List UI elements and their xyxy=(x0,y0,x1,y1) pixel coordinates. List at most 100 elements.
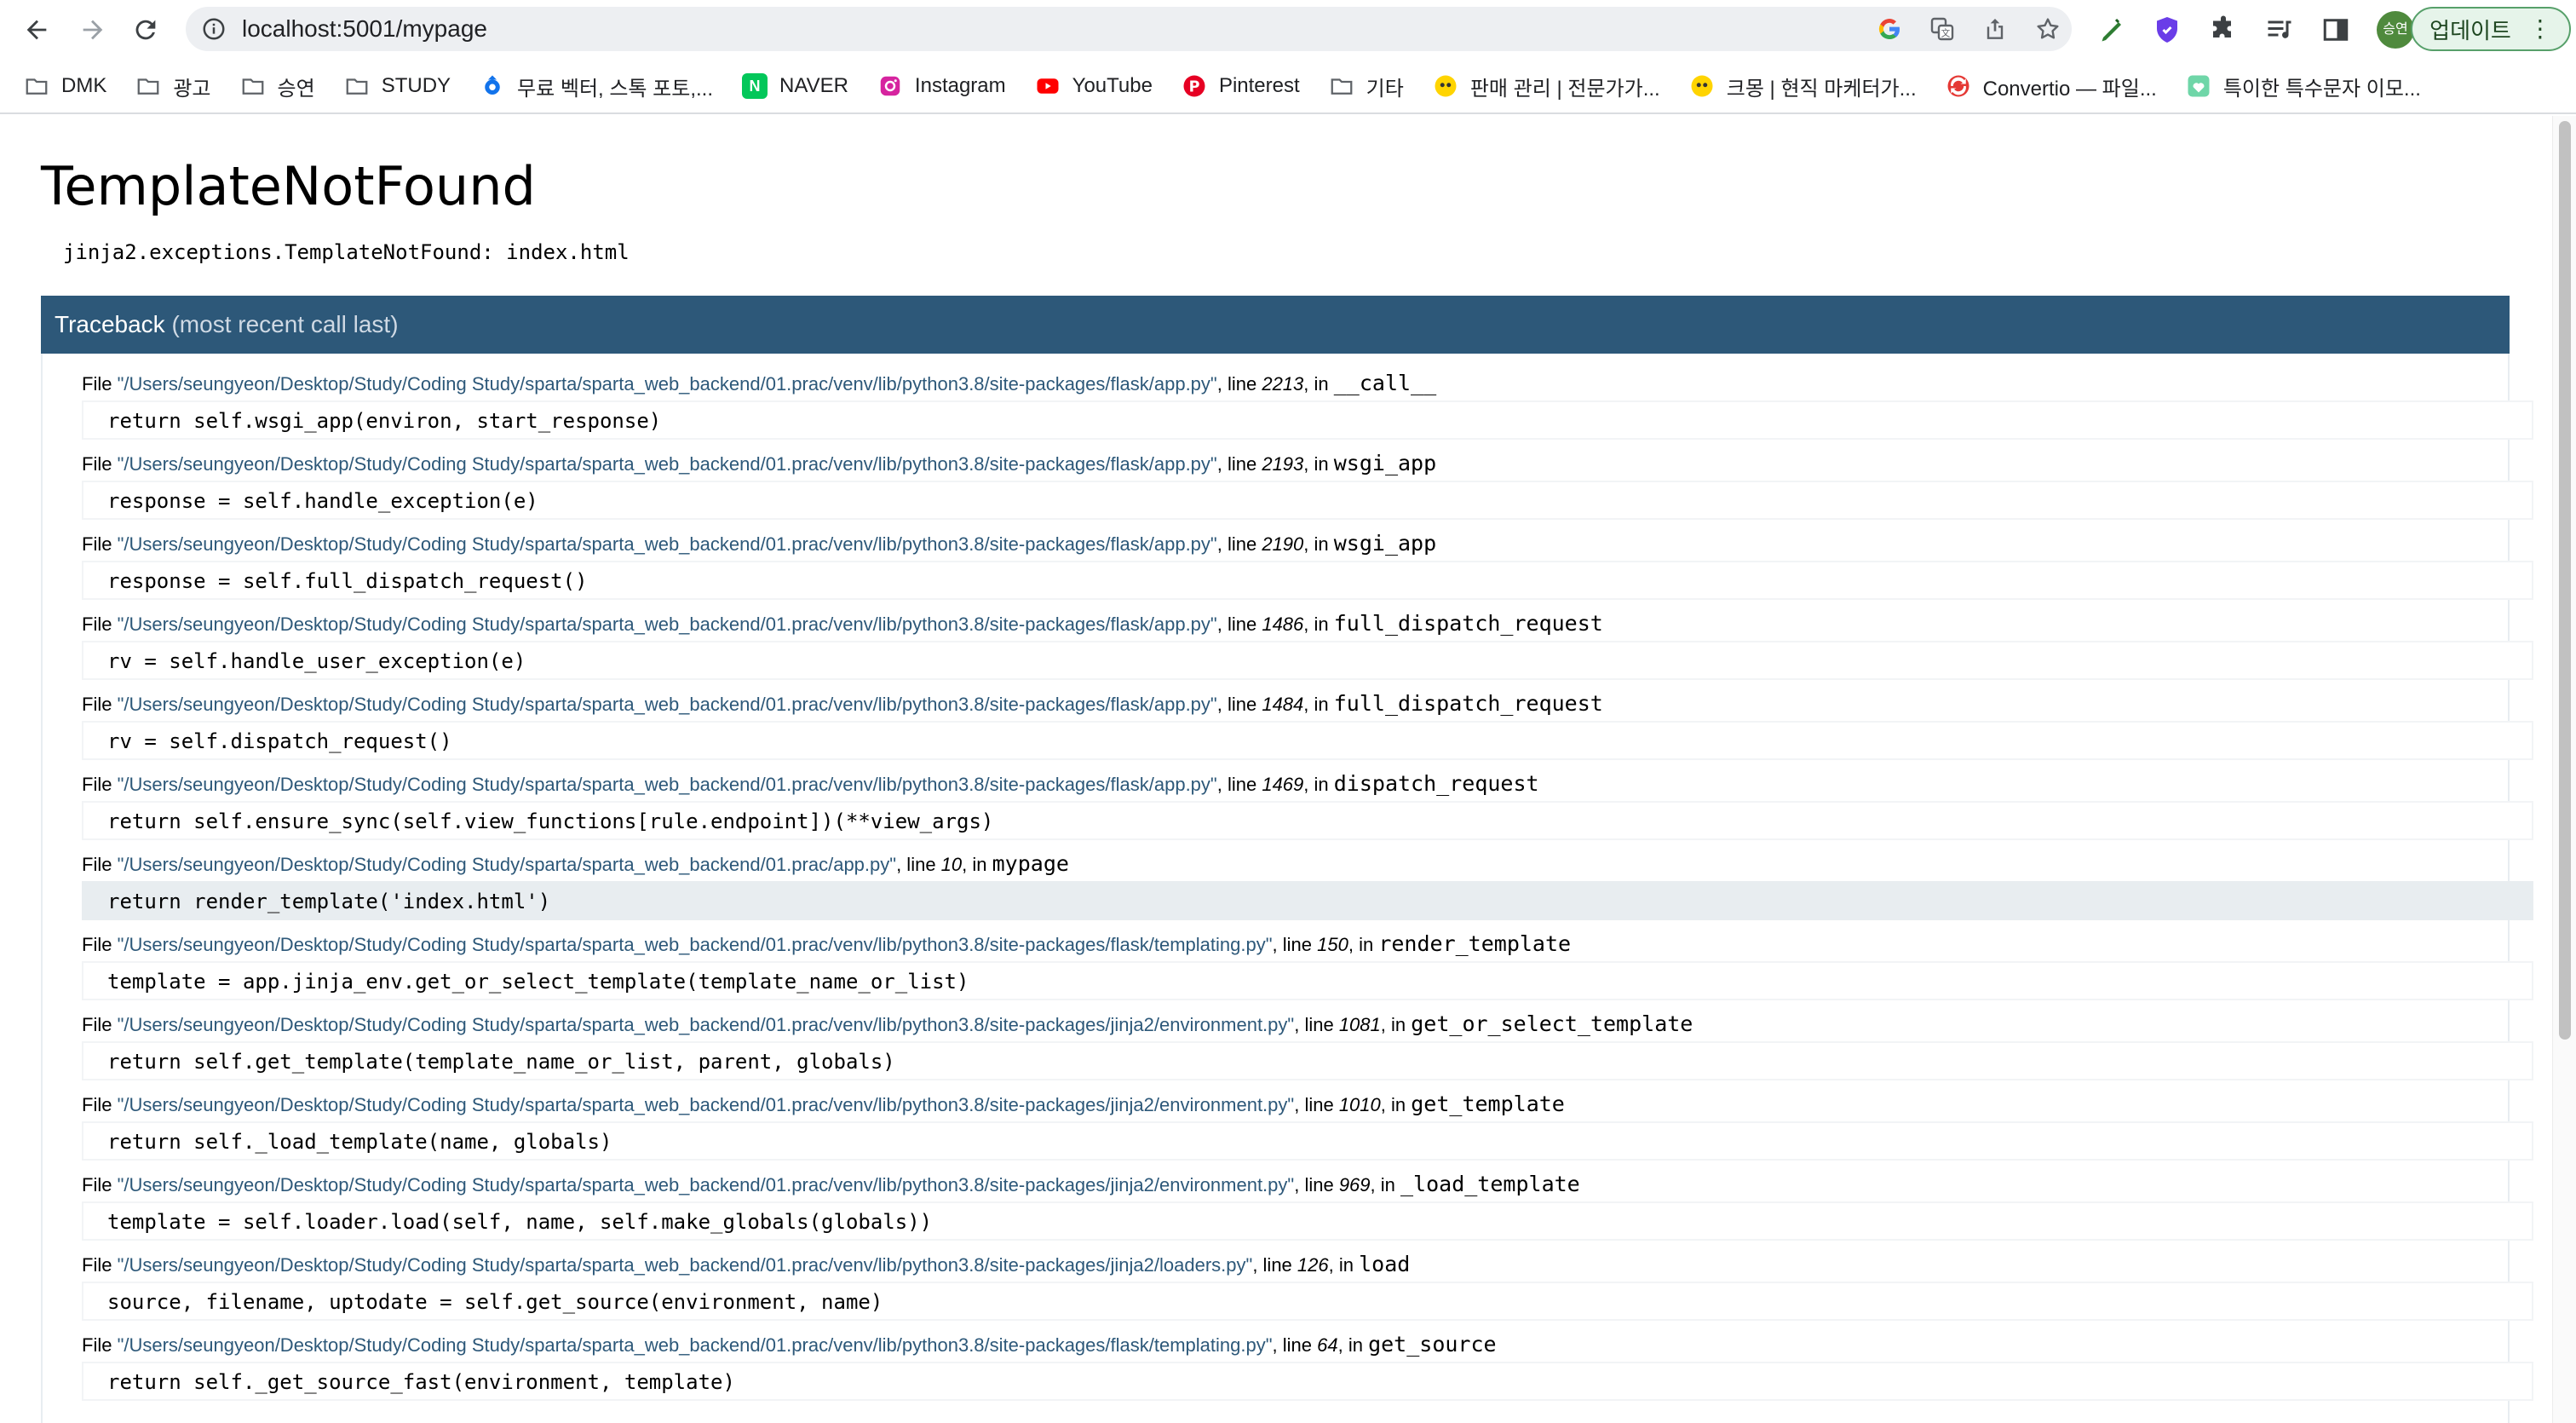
frame-code-line[interactable]: return self._load_template(name, globals… xyxy=(82,1121,2533,1161)
bookmark-sales-admin[interactable]: 판매 관리 | 전문가가... xyxy=(1433,72,1660,101)
reload-button[interactable] xyxy=(128,12,164,48)
traceback-frame: File "/Users/seungyeon/Desktop/Study/Cod… xyxy=(82,927,2533,1000)
frame-location: File "/Users/seungyeon/Desktop/Study/Cod… xyxy=(82,1087,2533,1121)
frame-location: File "/Users/seungyeon/Desktop/Study/Cod… xyxy=(82,1167,2533,1201)
frame-line-number: 969 xyxy=(1338,1174,1371,1195)
traceback-frame: File "/Users/seungyeon/Desktop/Study/Cod… xyxy=(82,446,2533,520)
page-scrollbar[interactable] xyxy=(2552,116,2576,1423)
folder-icon xyxy=(240,73,266,99)
frame-code-line[interactable]: return self.get_template(template_name_o… xyxy=(82,1041,2533,1080)
shield-extension-icon[interactable] xyxy=(2152,14,2182,45)
frame-code-line[interactable]: rv = self.dispatch_request() xyxy=(82,721,2533,760)
info-icon[interactable] xyxy=(201,16,227,42)
frame-line-number: 64 xyxy=(1317,1334,1338,1356)
frame-code-line[interactable]: template = self.loader.load(self, name, … xyxy=(82,1201,2533,1241)
frame-line-label: , line xyxy=(1272,934,1318,955)
frame-code-line[interactable]: return self.ensure_sync(self.view_functi… xyxy=(82,801,2533,840)
bookmark-instagram[interactable]: Instagram xyxy=(877,73,1006,99)
profile-avatar[interactable]: 승연 xyxy=(2377,11,2414,49)
update-button[interactable]: 업데이트 ⋮ xyxy=(2411,7,2571,51)
frame-line-number: 1081 xyxy=(1338,1014,1381,1035)
bookmark-pinterest[interactable]: P Pinterest xyxy=(1182,73,1300,99)
frame-code-line[interactable]: return render_template('index.html') xyxy=(82,881,2533,920)
frame-location: File "/Users/seungyeon/Desktop/Study/Cod… xyxy=(82,1247,2533,1282)
bookmark-kmong[interactable]: 크몽 | 현직 마케터가... xyxy=(1689,72,1917,101)
bookmark-study[interactable]: STUDY xyxy=(344,73,451,99)
frame-location: File "/Users/seungyeon/Desktop/Study/Cod… xyxy=(82,527,2533,561)
back-button[interactable] xyxy=(19,12,55,48)
frame-line-label: , line xyxy=(1216,694,1262,715)
folder-icon xyxy=(24,73,49,99)
frame-function-name: full_dispatch_request xyxy=(1333,691,1603,716)
puzzle-icon[interactable] xyxy=(2208,14,2239,45)
reading-list-icon[interactable] xyxy=(2264,14,2295,45)
frame-line-label: , line xyxy=(1216,373,1262,395)
frame-file-path: "/Users/seungyeon/Desktop/Study/Coding S… xyxy=(117,373,1217,395)
frame-file-label: File xyxy=(82,1254,118,1276)
youtube-icon xyxy=(1035,73,1061,99)
frame-code-line[interactable]: return self.wsgi_app(environ, start_resp… xyxy=(82,400,2533,440)
bookmark-label: Instagram xyxy=(914,74,1006,97)
traceback-header[interactable]: Traceback (most recent call last) xyxy=(41,296,2510,354)
frame-code-line[interactable]: response = self.full_dispatch_request() xyxy=(82,561,2533,600)
bookmark-dmk[interactable]: DMK xyxy=(24,73,106,99)
google-lens-icon[interactable] xyxy=(1876,15,1903,43)
frame-line-label: , line xyxy=(1216,453,1262,475)
traceback-frame: File "/Users/seungyeon/Desktop/Study/Cod… xyxy=(82,1087,2533,1161)
frame-line-label: , line xyxy=(1294,1014,1339,1035)
frame-file-label: File xyxy=(82,1174,118,1195)
error-message: jinja2.exceptions.TemplateNotFound: inde… xyxy=(63,240,630,264)
forward-button[interactable] xyxy=(75,12,111,48)
frame-file-path: "/Users/seungyeon/Desktop/Study/Coding S… xyxy=(117,1094,1295,1115)
frame-function-name: _load_template xyxy=(1400,1172,1580,1196)
pen-extension-icon[interactable] xyxy=(2096,14,2126,45)
traceback-frame: File "/Users/seungyeon/Desktop/Study/Cod… xyxy=(82,767,2533,840)
frame-code-line[interactable]: response = self.handle_exception(e) xyxy=(82,481,2533,520)
error-title: TemplateNotFound xyxy=(41,155,536,217)
frame-line-number: 126 xyxy=(1297,1254,1329,1276)
frame-location: File "/Users/seungyeon/Desktop/Study/Cod… xyxy=(82,847,2533,881)
url-text[interactable]: localhost:5001/mypage xyxy=(242,7,487,51)
bookmark-seungyeon[interactable]: 승연 xyxy=(240,72,315,101)
folder-icon xyxy=(135,73,161,99)
side-panel-icon[interactable] xyxy=(2320,14,2351,45)
bookmark-label: 승연 xyxy=(277,77,315,101)
traceback-body: File "/Users/seungyeon/Desktop/Study/Cod… xyxy=(41,354,2533,1423)
bookmark-youtube[interactable]: YouTube xyxy=(1035,73,1153,99)
bookmark-label: 판매 관리 | 전문가가... xyxy=(1469,77,1660,101)
frame-file-path: "/Users/seungyeon/Desktop/Study/Coding S… xyxy=(117,533,1217,555)
star-icon[interactable] xyxy=(2034,15,2061,43)
frame-line-number: 2213 xyxy=(1262,373,1304,395)
heart-icon xyxy=(2186,73,2211,99)
reload-icon xyxy=(135,20,156,40)
frame-function-name: load xyxy=(1359,1252,1411,1276)
frame-file-path: "/Users/seungyeon/Desktop/Study/Coding S… xyxy=(117,1014,1295,1035)
frame-in-label: , in xyxy=(1303,614,1334,635)
frame-function-name: render_template xyxy=(1378,931,1572,956)
frame-code-line[interactable]: source, filename, uptodate = self.get_so… xyxy=(82,1282,2533,1321)
frame-in-label: , in xyxy=(1380,1014,1412,1035)
frame-line-number: 1486 xyxy=(1262,614,1304,635)
frame-code-line[interactable]: return self._get_source_fast(environment… xyxy=(82,1362,2533,1401)
translate-icon[interactable]: 文 xyxy=(1929,15,1956,43)
bookmark-etc[interactable]: 기타 xyxy=(1329,72,1404,101)
frame-in-label: , in xyxy=(1303,533,1334,555)
traceback-frame: File "/Users/seungyeon/Desktop/Study/Cod… xyxy=(82,1007,2533,1080)
scrollbar-thumb[interactable] xyxy=(2559,121,2571,1040)
bookmark-freepik[interactable]: 무료 벡터, 스톡 포토,... xyxy=(480,72,713,101)
bookmark-ads[interactable]: 광고 xyxy=(135,72,211,101)
address-bar[interactable]: localhost:5001/mypage 文 xyxy=(186,7,2072,51)
frame-function-name: __call__ xyxy=(1333,371,1437,395)
pinterest-icon: P xyxy=(1182,73,1207,99)
bookmark-naver[interactable]: N NAVER xyxy=(742,73,848,99)
frame-code-line[interactable]: template = app.jinja_env.get_or_select_t… xyxy=(82,961,2533,1000)
bookmark-convertio[interactable]: Convertio — 파일... xyxy=(1946,72,2157,101)
traceback-label: Traceback xyxy=(55,311,165,337)
frame-file-path: "/Users/seungyeon/Desktop/Study/Coding S… xyxy=(117,1334,1273,1356)
bookmark-label: DMK xyxy=(61,74,107,97)
frame-code-line[interactable]: rv = self.handle_user_exception(e) xyxy=(82,641,2533,680)
frame-function-name: get_or_select_template xyxy=(1411,1011,1693,1036)
bookmark-special-chars[interactable]: 특이한 특수문자 이모... xyxy=(2186,72,2421,101)
frame-function-name: wsgi_app xyxy=(1333,531,1437,556)
share-icon[interactable] xyxy=(1981,15,2009,43)
